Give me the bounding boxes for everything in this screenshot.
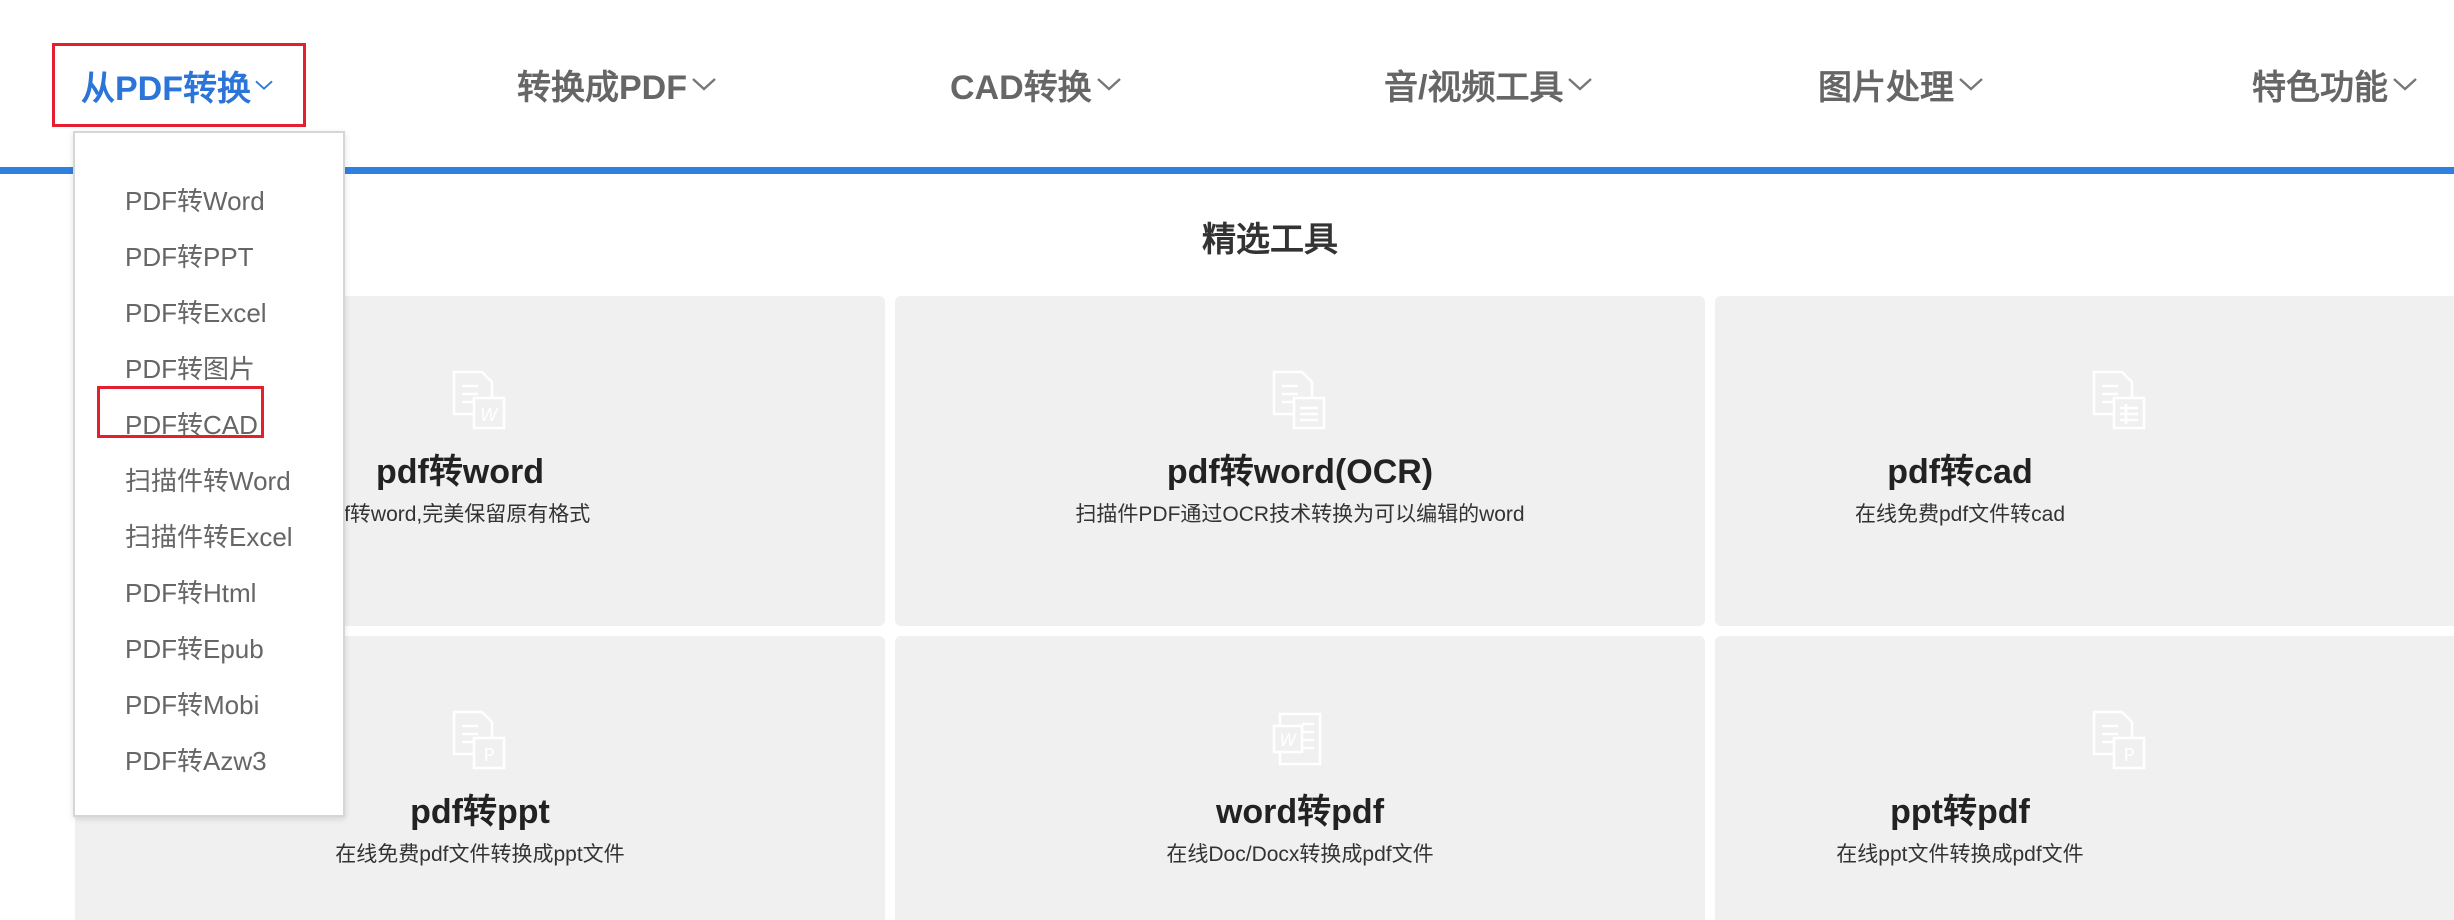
menu-item-pdf-to-epub[interactable]: PDF转Epub — [125, 629, 264, 666]
nav-label: 转换成PDF — [517, 68, 687, 107]
menu-item-pdf-to-image[interactable]: PDF转图片 — [125, 349, 255, 386]
nav-label: 从PDF转换 — [81, 69, 251, 108]
pdf-to-ppt-icon: P — [452, 710, 506, 770]
svg-text:W: W — [480, 405, 499, 426]
nav-underline — [0, 167, 2454, 174]
menu-item-pdf-to-mobi[interactable]: PDF转Mobi — [125, 685, 259, 722]
top-nav: 从PDF转换 转换成PDF CAD转换 音/视频工具 图片处理 特色功能 — [0, 0, 2454, 174]
menu-item-pdf-to-word[interactable]: PDF转Word — [125, 181, 265, 218]
tool-card[interactable]: pdf转cad 在线免费pdf文件转cad — [1715, 296, 2454, 626]
chevron-down-icon — [692, 78, 716, 91]
nav-image[interactable]: 图片处理 — [1818, 42, 1986, 126]
ppt-to-pdf-icon: P — [2092, 710, 2146, 770]
nav-label: 图片处理 — [1818, 68, 1954, 107]
chevron-down-icon — [1568, 78, 1593, 91]
menu-item-pdf-to-azw3[interactable]: PDF转Azw3 — [125, 741, 267, 778]
card-desc: 在线ppt文件转换成pdf文件 — [1836, 843, 2084, 866]
from-pdf-dropdown: PDF转Word PDF转PPT PDF转Excel PDF转图片 PDF转CA… — [73, 131, 345, 817]
chevron-down-icon — [2393, 78, 2417, 91]
tool-card[interactable]: W word转pdf 在线Doc/Docx转换成pdf文件 — [895, 636, 1705, 920]
nav-to-pdf[interactable]: 转换成PDF — [517, 42, 719, 126]
card-title: ppt转pdf — [1890, 793, 2030, 831]
nav-from-pdf[interactable]: 从PDF转换 — [52, 43, 306, 127]
nav-label: CAD转换 — [950, 68, 1092, 107]
pdf-ocr-icon — [1272, 370, 1326, 430]
chevron-down-icon — [1096, 78, 1121, 91]
card-desc: 在线免费pdf文件转换成ppt文件 — [335, 843, 625, 866]
menu-item-scan-to-excel[interactable]: 扫描件转Excel — [125, 517, 293, 554]
menu-item-scan-to-word[interactable]: 扫描件转Word — [125, 461, 291, 498]
nav-audio-video[interactable]: 音/视频工具 — [1384, 42, 1595, 126]
svg-text:P: P — [2124, 745, 2135, 766]
tool-card[interactable]: P ppt转pdf 在线ppt文件转换成pdf文件 — [1715, 636, 2454, 920]
section-title: 精选工具 — [1202, 221, 1338, 259]
nav-label: 特色功能 — [2252, 68, 2388, 107]
menu-item-pdf-to-excel[interactable]: PDF转Excel — [125, 293, 267, 330]
pdf-to-word-icon: W — [452, 370, 506, 430]
svg-text:P: P — [484, 745, 495, 766]
pdf-to-cad-icon — [2092, 370, 2146, 430]
chevron-down-icon — [255, 80, 273, 90]
nav-cad[interactable]: CAD转换 — [950, 42, 1124, 126]
svg-text:W: W — [1280, 731, 1298, 751]
menu-item-pdf-to-ppt[interactable]: PDF转PPT — [125, 237, 254, 274]
nav-label: 音/视频工具 — [1384, 68, 1564, 107]
menu-item-pdf-to-cad[interactable]: PDF转CAD — [125, 405, 258, 442]
word-to-pdf-icon: W — [1272, 712, 1322, 766]
card-title: pdf转cad — [1887, 453, 2033, 491]
nav-features[interactable]: 特色功能 — [2252, 42, 2420, 126]
chevron-down-icon — [1959, 78, 1983, 91]
card-desc: 在线免费pdf文件转cad — [1854, 503, 2066, 526]
menu-item-pdf-to-html[interactable]: PDF转Html — [125, 573, 256, 610]
